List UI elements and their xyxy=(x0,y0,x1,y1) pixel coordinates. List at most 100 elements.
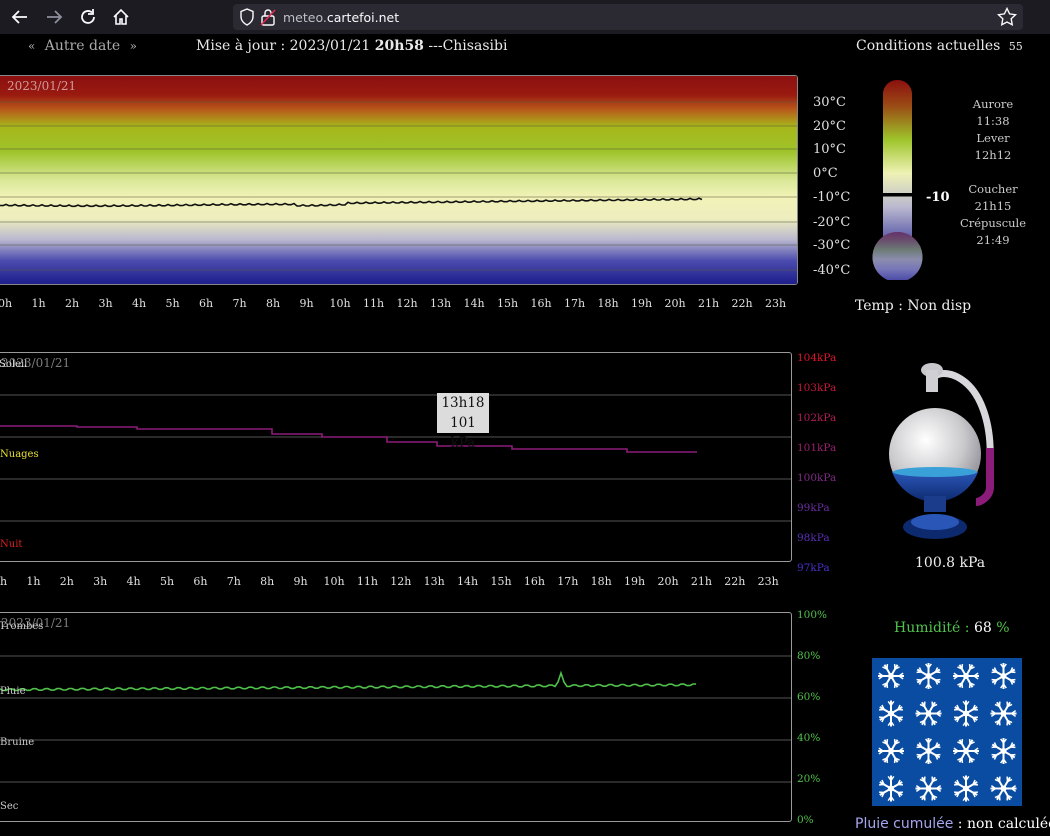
pressure-y-tick: 100kPa xyxy=(797,472,836,484)
snowflake-icon xyxy=(954,775,978,802)
other-date-link[interactable]: Autre date xyxy=(45,38,120,54)
temp-y-tick: -30°C xyxy=(813,238,850,253)
shield-icon[interactable] xyxy=(239,8,255,29)
date-nav: « Autre date » xyxy=(28,38,137,54)
label-nuages: Nuages xyxy=(0,449,39,460)
temp-y-tick: -40°C xyxy=(813,263,850,278)
pressure-y-tick: 104kPa xyxy=(797,352,836,364)
snowflake-icon xyxy=(879,700,903,727)
pressure-x-tick: 15h xyxy=(490,575,511,588)
sunrise-block: Aurore 11:38 Lever 12h12 xyxy=(962,96,1024,164)
snowflake-icon xyxy=(953,664,979,688)
humidity-unit: % xyxy=(991,620,1010,636)
label-sec: Sec xyxy=(0,801,19,812)
next-date-link[interactable]: » xyxy=(130,39,137,53)
pressure-tooltip: 13h18 101 kPa xyxy=(437,393,489,451)
pressure-x-tick: 18h xyxy=(591,575,612,588)
crepuscule-label: Crépuscule xyxy=(959,216,1027,230)
temp-x-tick: 9h xyxy=(299,297,313,310)
pressure-x-tick: 14h xyxy=(457,575,478,588)
humidity-chart[interactable]: 2023/01/21 Trombes Pluie Bruine Sec xyxy=(0,612,792,822)
pressure-x-axis: 0h 1h 2h 3h 4h 5h 6h 7h 8h 9h 10h 11h 12h 13h 14h 15h 16… xyxy=(0,575,779,588)
url-text[interactable]: meteo.cartefoi.net xyxy=(283,10,399,25)
pressure-y-tick: 103kPa xyxy=(797,382,836,394)
snowflake-icon xyxy=(878,664,904,688)
temp-x-tick: 7h xyxy=(232,297,246,310)
pressure-x-tick: 13h xyxy=(424,575,445,588)
temp-x-tick: 18h xyxy=(597,297,618,310)
temp-x-tick: 20h xyxy=(664,297,685,310)
pressure-x-tick: 8h xyxy=(260,575,274,588)
tooltip-time: 13h18 xyxy=(441,395,485,411)
snowflake-icon xyxy=(916,738,941,764)
temp-x-tick: 23h xyxy=(765,297,786,310)
home-icon[interactable] xyxy=(110,6,132,28)
barometer-icon xyxy=(880,362,1000,547)
snow-icon-grid xyxy=(872,658,1022,806)
humidity-y-tick: 80% xyxy=(797,650,820,662)
address-bar[interactable]: meteo.cartefoi.net xyxy=(233,4,1023,30)
coucher-time: 21h15 xyxy=(974,199,1012,213)
temp-x-tick: 19h xyxy=(631,297,652,310)
update-location: ---Chisasibi xyxy=(423,38,508,54)
update-prefix: Mise à jour : 2023/01/21 xyxy=(196,38,375,54)
snowflake-icon xyxy=(954,700,978,727)
pressure-x-tick: 4h xyxy=(127,575,141,588)
temp-chart-date: 2023/01/21 xyxy=(7,79,77,93)
rain-label: Pluie cumulée xyxy=(855,816,954,832)
pressure-x-tick: 0h xyxy=(0,575,7,588)
snowflake-icon xyxy=(915,701,942,726)
pressure-x-tick: 1h xyxy=(26,575,40,588)
rain-value: non calculée xyxy=(966,816,1050,832)
pressure-x-tick: 21h xyxy=(691,575,712,588)
temp-x-tick: 5h xyxy=(165,297,179,310)
pressure-x-tick: 22h xyxy=(724,575,745,588)
humidity-y-tick: 60% xyxy=(797,691,820,703)
humidity-value: 68 xyxy=(973,620,992,636)
conditions-title: Conditions actuelles 55 xyxy=(856,38,1023,54)
pressure-x-tick: 12h xyxy=(390,575,411,588)
pressure-y-tick: 97kPa xyxy=(797,562,830,574)
temp-y-axis: 30°C 20°C 10°C 0°C -10°C -20°C -30°C -40°C xyxy=(813,95,850,278)
label-nuit: Nuit xyxy=(0,539,23,550)
barometer-value: 100.8 kPa xyxy=(915,555,986,571)
temp-x-tick: 11h xyxy=(363,297,384,310)
aurore-time: 11:38 xyxy=(976,114,1010,128)
pressure-x-tick: 7h xyxy=(227,575,241,588)
pressure-y-tick: 101kPa xyxy=(797,442,836,454)
pressure-x-tick: 9h xyxy=(294,575,308,588)
label-trombes: Trombes xyxy=(0,621,44,632)
temp-y-tick: 20°C xyxy=(813,119,846,134)
thermometer-value: -10 xyxy=(926,190,950,205)
reload-icon[interactable] xyxy=(77,6,99,28)
lever-label: Lever xyxy=(976,131,1010,145)
temp-x-tick: 10h xyxy=(329,297,350,310)
bookmark-star-icon[interactable] xyxy=(996,6,1018,28)
prev-date-link[interactable]: « xyxy=(28,39,35,53)
temperature-chart[interactable]: 2023/01/21 xyxy=(0,75,798,285)
rain-sep: : xyxy=(953,816,967,832)
temp-status: Temp : Non disp xyxy=(855,298,972,314)
update-time: 20h58 xyxy=(374,38,424,54)
humidity-y-tick: 40% xyxy=(797,732,820,744)
snowflake-icon xyxy=(990,776,1017,801)
conditions-count: 55 xyxy=(1008,40,1023,53)
temp-x-tick: 21h xyxy=(698,297,719,310)
pressure-x-tick: 10h xyxy=(323,575,344,588)
back-arrow-icon[interactable] xyxy=(9,6,31,28)
pressure-chart[interactable]: 2023/01/21 Soleil Nuages Nuit 13h18 101 … xyxy=(0,352,792,562)
humidity-y-axis: 100% 80% 60% 40% 20% 0% xyxy=(797,609,827,826)
pressure-y-tick: 102kPa xyxy=(797,412,836,424)
insecure-lock-icon[interactable] xyxy=(260,8,276,29)
snowflake-icon xyxy=(953,739,979,763)
update-line: Mise à jour : 2023/01/21 20h58 ---Chisas… xyxy=(196,38,507,54)
temp-x-tick: 2h xyxy=(65,297,79,310)
lever-time: 12h12 xyxy=(974,148,1012,162)
label-bruine: Bruine xyxy=(0,737,35,748)
pressure-x-tick: 17h xyxy=(557,575,578,588)
temp-x-tick: 15h xyxy=(497,297,518,310)
browser-toolbar: meteo.cartefoi.net xyxy=(0,0,1050,34)
snowflake-icon xyxy=(991,663,1016,689)
forward-arrow-icon[interactable] xyxy=(43,6,65,28)
temp-x-tick: 0h xyxy=(0,297,12,310)
